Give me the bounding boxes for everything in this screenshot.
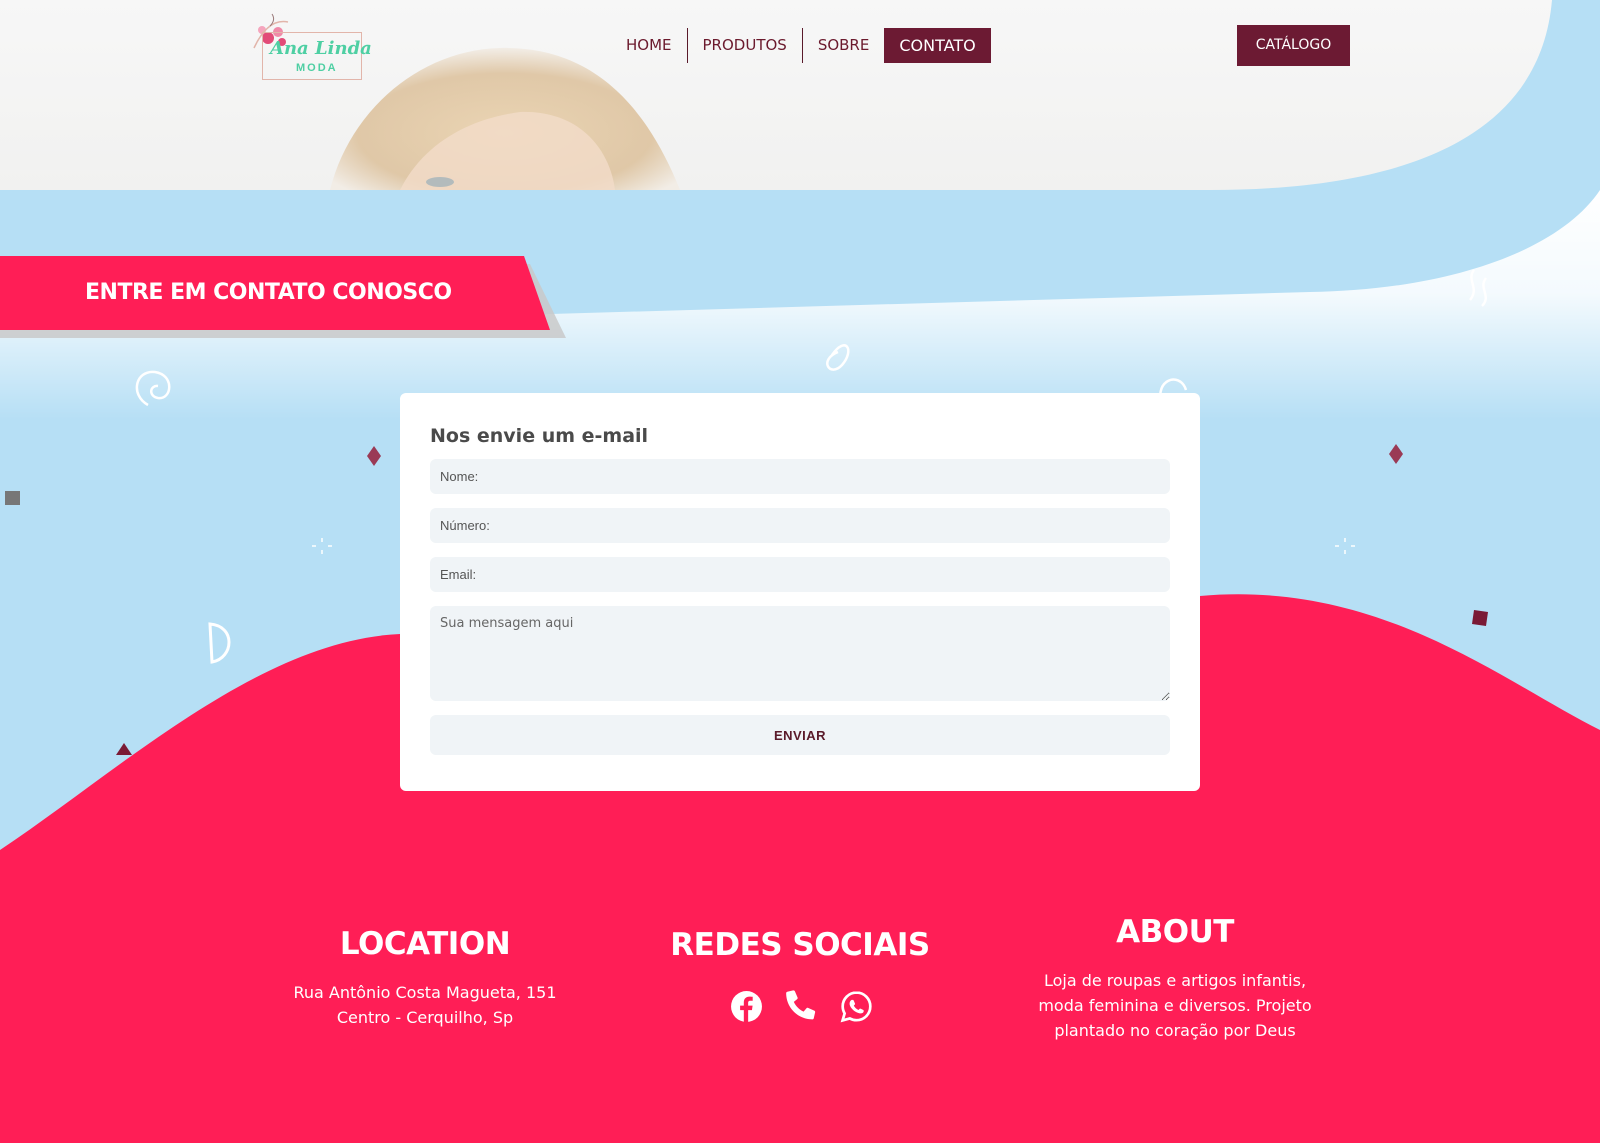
footer-about: ABOUT Loja de roupas e artigos infantis,… xyxy=(995,914,1355,1043)
brand-name: Ana Linda xyxy=(270,38,372,59)
whatsapp-icon[interactable] xyxy=(840,990,873,1023)
main-nav: HOME PRODUTOS SOBRE CONTATO xyxy=(611,28,991,63)
location-line1: Rua Antônio Costa Magueta, 151 xyxy=(293,983,557,1002)
footer-location: LOCATION Rua Antônio Costa Magueta, 151 … xyxy=(245,926,605,1030)
catalog-button[interactable]: CATÁLOGO xyxy=(1237,25,1350,66)
nav-sobre[interactable]: SOBRE xyxy=(803,28,885,63)
hero-section: Ana Linda MODA HOME PRODUTOS SOBRE CONTA… xyxy=(0,0,1600,190)
name-input[interactable] xyxy=(430,459,1170,494)
location-title: LOCATION xyxy=(339,926,511,962)
location-line2: Centro - Cerquilho, Sp xyxy=(336,1008,514,1027)
about-line3: plantado no coração por Deus xyxy=(1054,1021,1296,1040)
form-title: Nos envie um e-mail xyxy=(430,425,649,447)
about-line1: Loja de roupas e artigos infantis, xyxy=(1043,971,1307,990)
contact-form: Nos envie um e-mail ENVIAR xyxy=(400,393,1200,791)
nav-home[interactable]: HOME xyxy=(611,28,687,63)
footer-social: REDES SOCIAIS xyxy=(620,927,980,963)
nav-contato[interactable]: CONTATO xyxy=(884,28,991,63)
about-title: ABOUT xyxy=(1116,914,1234,950)
message-textarea[interactable] xyxy=(430,606,1170,701)
brand-sub: MODA xyxy=(296,62,338,74)
facebook-icon[interactable] xyxy=(730,990,763,1023)
about-line2: moda feminina e diversos. Projeto xyxy=(1038,996,1312,1015)
social-title: REDES SOCIAIS xyxy=(670,927,930,963)
nav-produtos[interactable]: PRODUTOS xyxy=(688,28,802,63)
phone-input[interactable] xyxy=(430,508,1170,543)
phone-icon[interactable] xyxy=(785,990,818,1023)
brand-logo[interactable]: Ana Linda MODA xyxy=(248,8,372,82)
email-input[interactable] xyxy=(430,557,1170,592)
social-icons xyxy=(730,990,873,1023)
send-button[interactable]: ENVIAR xyxy=(430,715,1170,755)
